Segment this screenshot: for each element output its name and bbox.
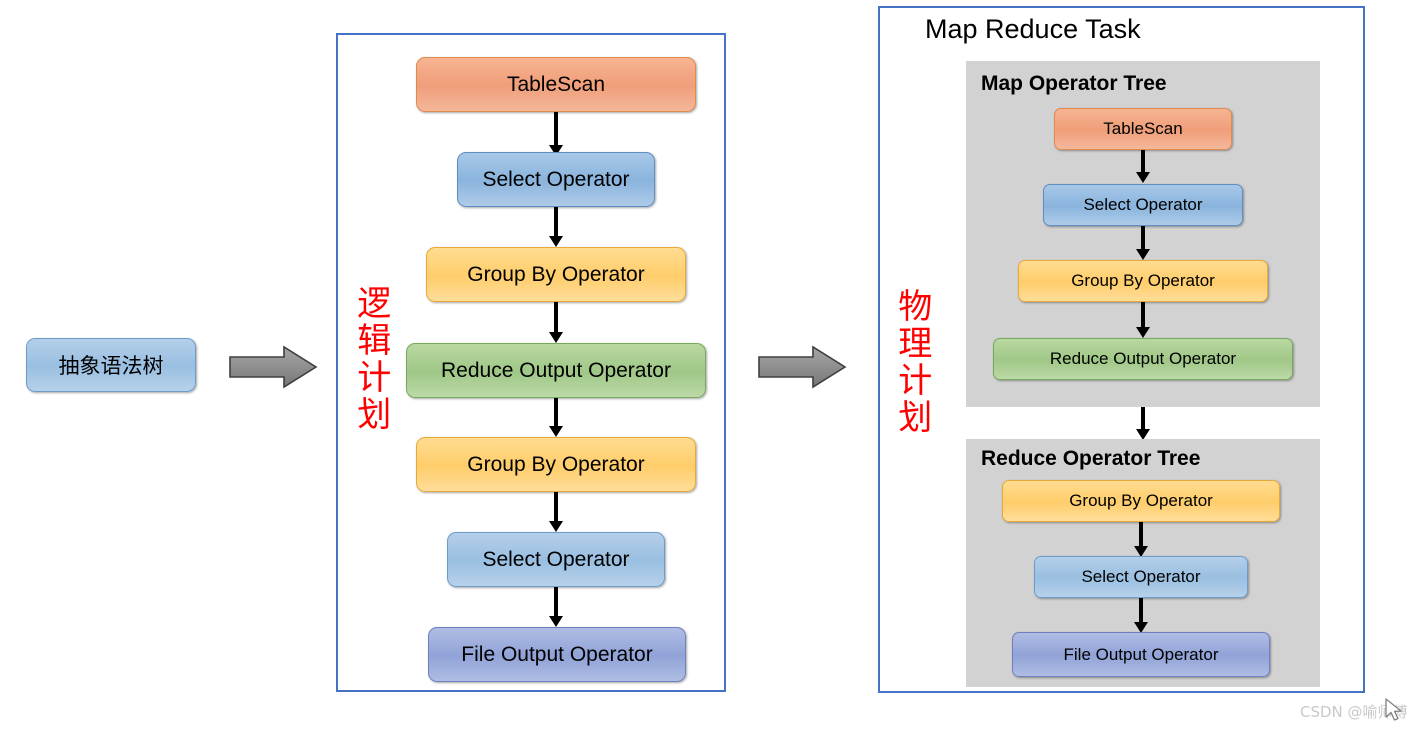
logical-plan-label: 逻辑计划 xyxy=(350,285,391,433)
node-label: Select Operator xyxy=(1081,567,1201,586)
diagram-canvas: 抽象语法树 逻辑计划 TableScan Select Operator Gro… xyxy=(0,0,1417,724)
node-label: Group By Operator xyxy=(467,262,645,286)
node-label: File Output Operator xyxy=(461,642,653,666)
logical-node-file-output[interactable]: File Output Operator xyxy=(428,627,686,682)
node-label: TableScan xyxy=(506,72,606,96)
node-label: Group By Operator xyxy=(1071,271,1215,290)
node-label: Reduce Output Operator xyxy=(441,358,671,382)
node-label: Reduce Output Operator xyxy=(1049,349,1237,368)
logical-node-groupby-1[interactable]: Group By Operator xyxy=(426,247,686,302)
reduce-operator-tree-title: Reduce Operator Tree xyxy=(981,447,1201,470)
node-label: Group By Operator xyxy=(467,452,645,476)
map-node-reduce-output[interactable]: Reduce Output Operator xyxy=(993,338,1293,380)
ast-node[interactable]: 抽象语法树 xyxy=(26,338,196,392)
node-label: TableScan xyxy=(1103,119,1183,138)
node-label: Select Operator xyxy=(482,167,630,191)
physical-plan-label: 物理计划 xyxy=(891,288,932,436)
mouse-cursor-icon xyxy=(1385,698,1407,724)
node-label: Select Operator xyxy=(1083,195,1203,214)
node-label: Select Operator xyxy=(482,547,630,571)
reduce-node-groupby[interactable]: Group By Operator xyxy=(1002,480,1280,522)
map-operator-tree-title: Map Operator Tree xyxy=(981,72,1167,95)
stage1-block-arrow xyxy=(228,345,318,389)
reduce-node-file-output[interactable]: File Output Operator xyxy=(1012,632,1270,677)
logical-node-reduce-output[interactable]: Reduce Output Operator xyxy=(406,343,706,398)
map-reduce-task-title: Map Reduce Task xyxy=(925,14,1141,44)
map-node-groupby[interactable]: Group By Operator xyxy=(1018,260,1268,302)
ast-node-label: 抽象语法树 xyxy=(58,355,164,378)
map-node-tablescan[interactable]: TableScan xyxy=(1054,108,1232,150)
logical-node-select-2[interactable]: Select Operator xyxy=(447,532,665,587)
reduce-node-select[interactable]: Select Operator xyxy=(1034,556,1248,598)
node-label: File Output Operator xyxy=(1063,644,1219,664)
logical-node-tablescan[interactable]: TableScan xyxy=(416,57,696,112)
node-label: Group By Operator xyxy=(1069,491,1213,510)
logical-node-select-1[interactable]: Select Operator xyxy=(457,152,655,207)
logical-node-groupby-2[interactable]: Group By Operator xyxy=(416,437,696,492)
map-node-select[interactable]: Select Operator xyxy=(1043,184,1243,226)
stage2-block-arrow xyxy=(757,345,847,389)
